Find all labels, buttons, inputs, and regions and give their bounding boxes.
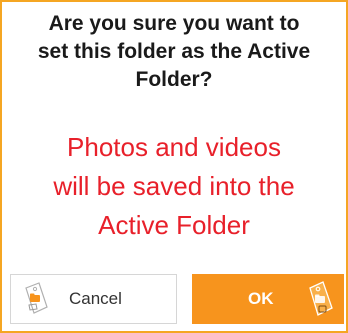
- warning-line: Active Folder: [98, 210, 250, 240]
- cancel-button[interactable]: Cancel: [10, 274, 177, 324]
- dialog-warning: Photos and videos will be saved into the…: [2, 128, 346, 245]
- ok-button[interactable]: OK: [192, 274, 344, 324]
- question-line: Folder?: [135, 68, 213, 91]
- folder-tag-icon: [25, 282, 48, 314]
- dialog-question: Are you sure you want to set this folder…: [2, 10, 346, 94]
- folder-tag-icon: [309, 281, 333, 316]
- warning-line: will be saved into the: [53, 171, 295, 201]
- cancel-label: Cancel: [69, 289, 122, 308]
- confirm-dialog: Are you sure you want to set this folder…: [0, 0, 348, 333]
- question-line: set this folder as the Active: [37, 40, 311, 63]
- ok-label: OK: [248, 289, 274, 308]
- warning-line: Photos and videos: [67, 132, 281, 162]
- question-line: Are you sure you want to: [48, 12, 300, 35]
